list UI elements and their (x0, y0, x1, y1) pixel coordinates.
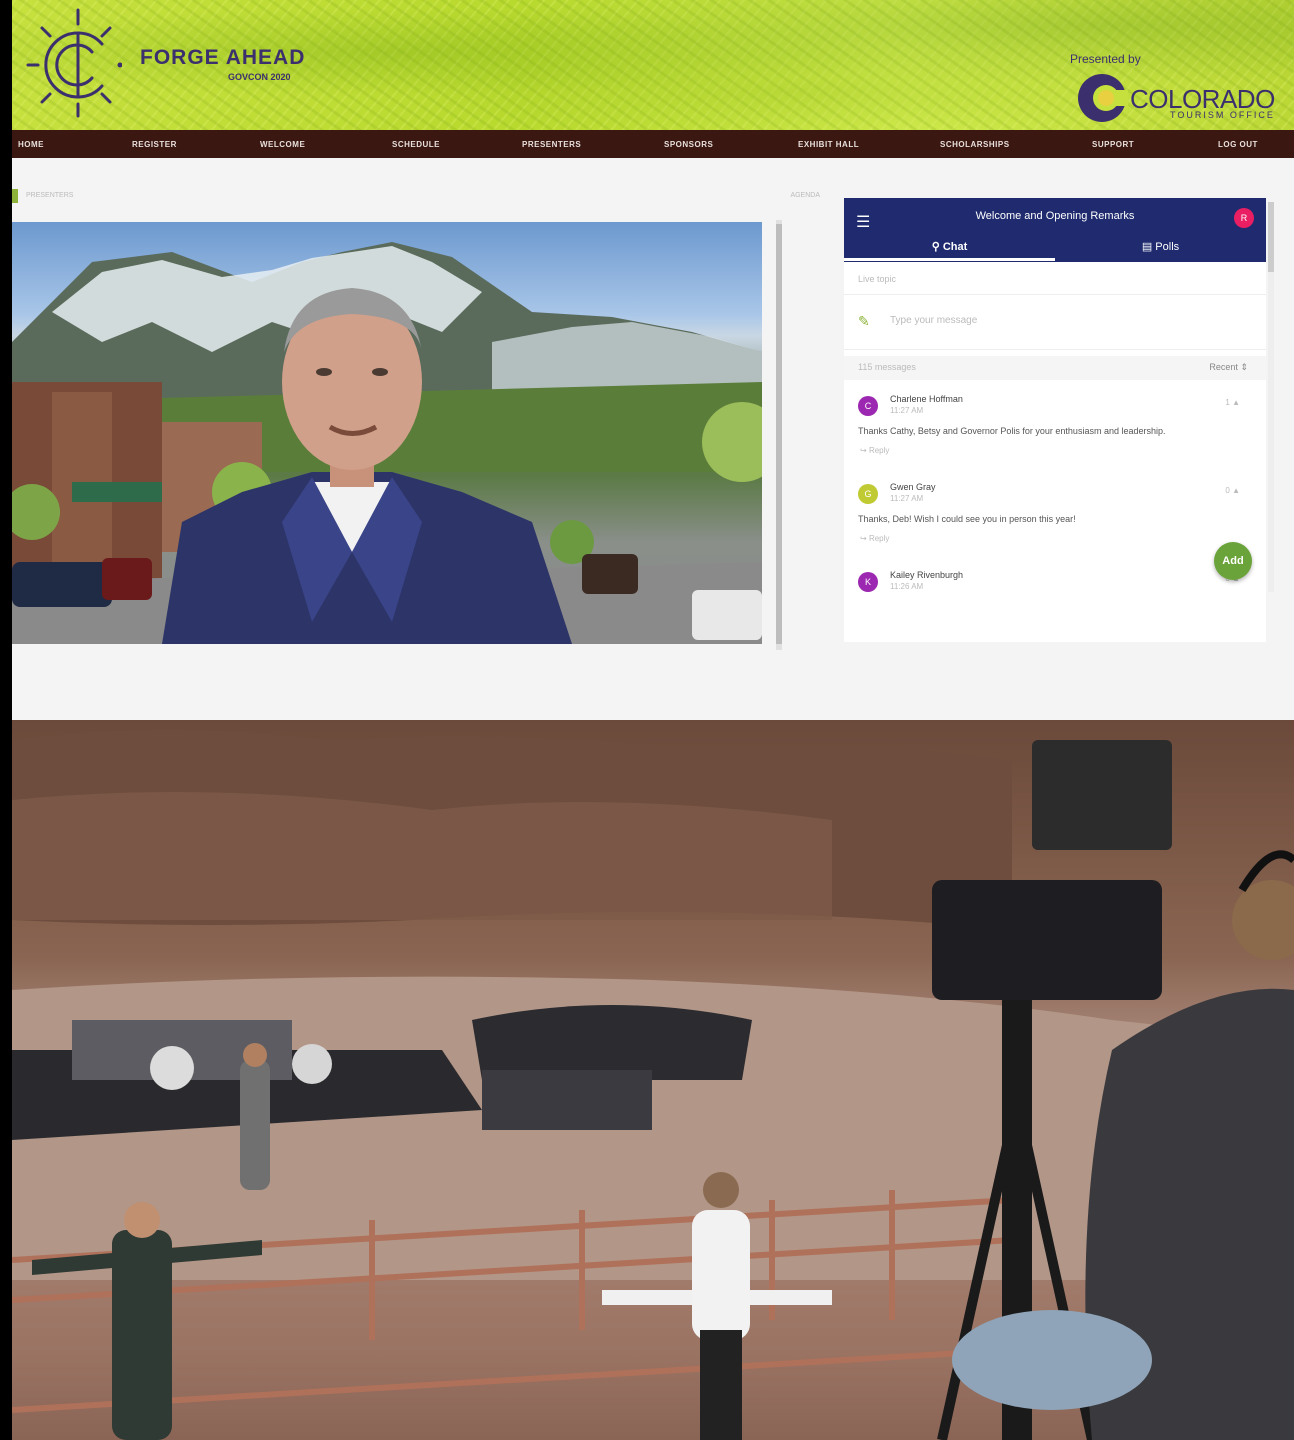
live-topic-label: Live topic (858, 274, 897, 284)
sort-dropdown[interactable]: Recent ⇕ (1209, 362, 1248, 373)
thumbs-up-icon: ▲ (1232, 486, 1240, 495)
message-count-bar: 115 messages Recent ⇕ (844, 356, 1266, 380)
author-name: Gwen Gray (890, 482, 936, 492)
video-frame (12, 242, 762, 644)
nav-welcome[interactable]: WELCOME (260, 140, 305, 149)
reply-icon: ↪ (860, 446, 869, 455)
chat-scrollbar[interactable] (1268, 202, 1274, 592)
nav-home[interactable]: HOME (18, 140, 44, 149)
reply-button[interactable]: ↪ Reply (860, 534, 889, 543)
event-subtitle: GOVCON 2020 (228, 72, 291, 82)
reply-label: Reply (868, 446, 890, 455)
reply-label: Reply (868, 534, 890, 543)
colorado-c-icon (1078, 74, 1128, 122)
nav-sponsors[interactable]: SPONSORS (664, 140, 713, 149)
like-count: 0 (1225, 486, 1230, 495)
main-content: PRESENTERS AGENDA ☰ Welcome and Opening … (12, 158, 1294, 720)
chat-bubble-icon: ⚲ (931, 241, 943, 253)
breadcrumb-marker (12, 189, 18, 203)
thumbs-up-icon: ▲ (1232, 398, 1240, 407)
chat-message: C Charlene Hoffman 11:27 AM Thanks Cathy… (844, 394, 1266, 484)
user-avatar[interactable]: R (1234, 208, 1254, 228)
message-composer[interactable]: ✎ Type your message (844, 294, 1266, 350)
avatar: K (858, 572, 878, 592)
tab-chat-label: Chat (942, 241, 968, 253)
sponsor-subtitle: TOURISM OFFICE (1170, 110, 1275, 120)
video-player[interactable] (12, 222, 762, 644)
nav-register[interactable]: REGISTER (132, 140, 177, 149)
chat-message: G Gwen Gray 11:27 AM Thanks, Deb! Wish I… (844, 482, 1266, 572)
nav-schedule[interactable]: SCHEDULE (392, 140, 440, 149)
tab-chat[interactable]: ⚲ Chat (844, 240, 1055, 253)
author-name: Kailey Rivenburgh (890, 570, 964, 580)
bar-chart-icon: ▤ (1141, 241, 1156, 253)
session-title: Welcome and Opening Remarks (975, 210, 1135, 222)
breadcrumb-presenters[interactable]: PRESENTERS (26, 192, 73, 199)
tab-polls-label: Polls (1155, 241, 1180, 253)
like-count: 1 (1225, 398, 1230, 407)
avatar: G (858, 484, 878, 504)
amphitheater-scene (12, 730, 1294, 1440)
nav-scholarships[interactable]: SCHOLARSHIPS (940, 140, 1010, 149)
author-name: Charlene Hoffman (890, 394, 963, 404)
video-scrollbar[interactable] (776, 220, 782, 650)
nav-exhibit-hall[interactable]: EXHIBIT HALL (798, 140, 859, 149)
main-nav: HOME REGISTER WELCOME SCHEDULE PRESENTER… (12, 130, 1294, 158)
sort-icon: ⇕ (1240, 362, 1248, 372)
banner: FORGE AHEAD GOVCON 2020 Presented by COL… (12, 0, 1294, 130)
timestamp: 11:27 AM (890, 494, 924, 503)
nav-support[interactable]: SUPPORT (1092, 140, 1134, 149)
chat-header: ☰ Welcome and Opening Remarks R ⚲ Chat ▤… (844, 198, 1266, 262)
presented-by-label: Presented by (1070, 52, 1141, 66)
message-count: 115 messages (858, 362, 916, 372)
like-button[interactable]: 0 ▲ (1225, 486, 1240, 495)
nav-log-out[interactable]: LOG OUT (1218, 140, 1258, 149)
reply-button[interactable]: ↪ Reply (860, 446, 889, 455)
reply-icon: ↪ (860, 534, 869, 543)
edit-icon: ✎ (858, 313, 870, 329)
message-text: Thanks, Deb! Wish I could see you in per… (858, 514, 1076, 524)
sort-label: Recent (1209, 362, 1238, 372)
nav-presenters[interactable]: PRESENTERS (522, 140, 581, 149)
timestamp: 11:26 AM (890, 582, 924, 591)
event-title: FORGE AHEAD (140, 46, 306, 69)
avatar: C (858, 396, 878, 416)
event-photo (12, 720, 1294, 1440)
add-button[interactable]: Add (1214, 542, 1252, 580)
chat-panel: ☰ Welcome and Opening Remarks R ⚲ Chat ▤… (844, 198, 1266, 642)
timestamp: 11:27 AM (890, 406, 924, 415)
compass-logo-icon (26, 8, 122, 118)
breadcrumb-agenda[interactable]: AGENDA (790, 192, 820, 199)
message-input[interactable]: Type your message (890, 315, 977, 326)
like-button[interactable]: 1 ▲ (1225, 398, 1240, 407)
chat-message: K Kailey Rivenburgh 11:26 AM 0 ▲ (844, 570, 1266, 612)
app-frame: FORGE AHEAD GOVCON 2020 Presented by COL… (12, 0, 1294, 1440)
message-text: Thanks Cathy, Betsy and Governor Polis f… (858, 426, 1166, 436)
tab-polls[interactable]: ▤ Polls (1055, 240, 1266, 253)
active-tab-indicator (844, 258, 1055, 261)
breadcrumb: PRESENTERS AGENDA (12, 189, 824, 203)
